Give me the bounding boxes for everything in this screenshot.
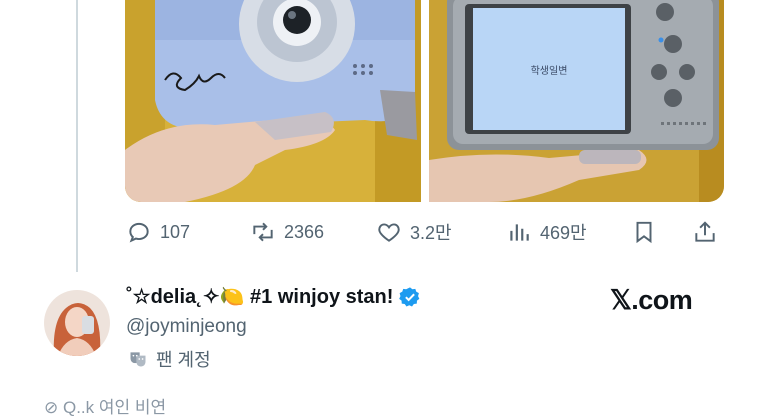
- avatar-image: [44, 290, 110, 356]
- tweet-media-1[interactable]: [125, 0, 421, 202]
- heart-icon: [378, 223, 400, 242]
- thread-line: [76, 0, 78, 272]
- views-button[interactable]: 469만: [506, 214, 587, 250]
- display-name: ˚☆delia˛✧🍋 #1 winjoy stan!: [126, 286, 394, 308]
- verified-badge-icon: [399, 286, 420, 306]
- reply-button[interactable]: 107: [126, 214, 190, 250]
- like-count: 3.2만: [410, 223, 452, 243]
- bar-chart-icon: [510, 224, 529, 241]
- bookmark-icon: [636, 221, 652, 244]
- tweet-media-2[interactable]: 학생일변: [429, 0, 724, 202]
- like-button[interactable]: 3.2만: [376, 214, 452, 250]
- reply-count: 107: [160, 221, 191, 242]
- display-name-row[interactable]: ˚☆delia˛✧🍋 #1 winjoy stan!: [126, 284, 421, 309]
- account-label-text: 팬 계정: [156, 350, 211, 370]
- user-handle[interactable]: @joyminjeong: [126, 316, 247, 338]
- camera-screen-text: 학생일변: [531, 65, 568, 77]
- bookmark-button[interactable]: [631, 214, 657, 250]
- share-button[interactable]: [692, 214, 718, 250]
- account-label: 팬 계정: [128, 346, 211, 372]
- camera-front-photo: [125, 0, 421, 202]
- share-icon: [695, 221, 715, 242]
- repost-button[interactable]: 2366: [250, 214, 324, 250]
- view-count: 469만: [540, 223, 587, 243]
- tweet-action-bar: 107 2366 3.2만 469만: [126, 214, 726, 250]
- repost-count: 2366: [284, 221, 325, 242]
- camera-back-photo: 학생일변: [429, 0, 724, 202]
- theater-masks-icon: [130, 352, 146, 367]
- reply-icon: [129, 222, 149, 243]
- x-brand-logo: 𝕏.com: [610, 285, 693, 315]
- footer-cut-text: ⊘ Q..k 여인 비연: [44, 398, 167, 417]
- repost-icon: [253, 222, 273, 242]
- avatar[interactable]: [44, 290, 110, 356]
